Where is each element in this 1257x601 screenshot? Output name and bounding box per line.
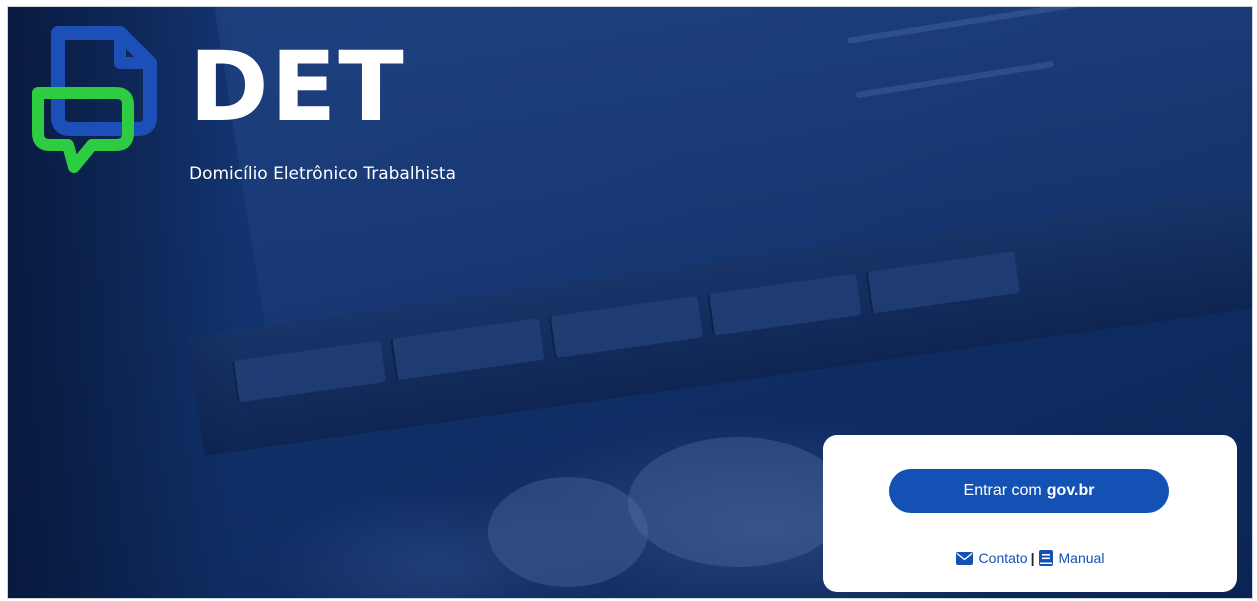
app-subtitle: Domicílio Eletrônico Trabalhista [189,164,457,184]
app-title: DET [189,31,406,143]
login-button-brand: gov.br [1046,482,1095,499]
contact-label: Contato [978,550,1028,566]
page-frame: DET Domicílio Eletrônico Trabalhista Ent… [7,6,1253,599]
contact-link[interactable]: Contato [955,550,1028,566]
login-button-prefix: Entrar com [963,482,1042,499]
help-links: Contato | Manual [823,550,1237,566]
envelope-icon [955,551,973,565]
document-chat-logo-icon [24,21,174,196]
book-icon [1038,550,1053,566]
login-card: Entrar com gov.br Contato | Manual [823,435,1237,592]
login-govbr-button[interactable]: Entrar com gov.br [889,469,1169,513]
manual-link[interactable]: Manual [1038,550,1105,566]
det-logo: DET Domicílio Eletrônico Trabalhista [24,21,494,191]
link-separator: | [1030,550,1035,566]
manual-label: Manual [1058,550,1105,566]
